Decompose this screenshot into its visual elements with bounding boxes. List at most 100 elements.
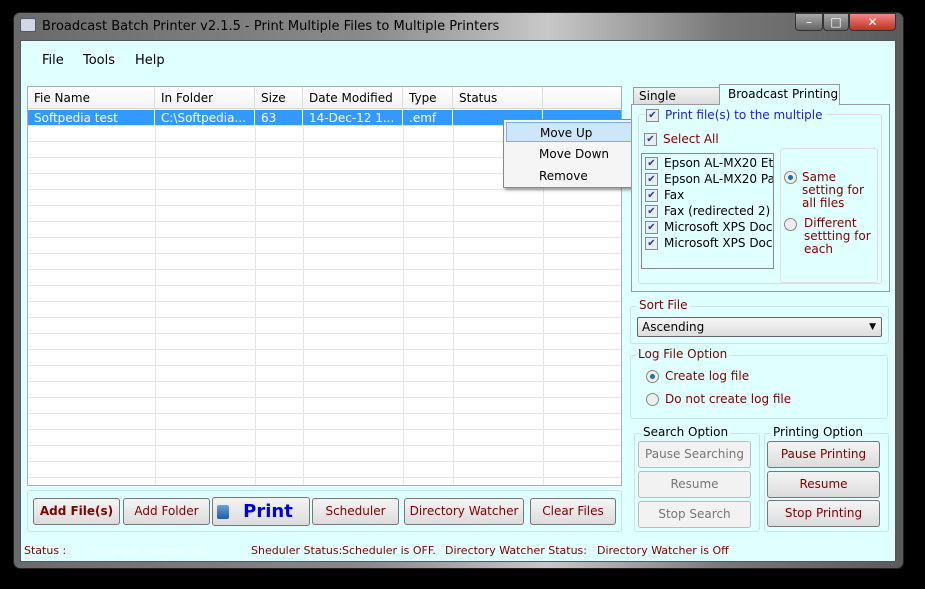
status-value: Printing is Completed. (87, 544, 209, 557)
add-folder-button[interactable]: Add Folder (123, 498, 210, 525)
select-all-checkbox[interactable]: ✔ Select All (644, 132, 719, 146)
log-label: Log File Option (636, 347, 730, 361)
col-status[interactable]: Status (453, 87, 543, 109)
printer-icon (217, 505, 229, 519)
printing-option-label: Printing Option (771, 425, 866, 439)
radio-selected-icon (784, 171, 797, 184)
col-in-folder[interactable]: In Folder (155, 87, 255, 109)
print-label: Print (243, 501, 293, 522)
maximize-button[interactable]: □ (823, 13, 849, 31)
printer-app-icon (20, 18, 36, 32)
empty-table-row (28, 446, 621, 462)
tab-broadcast-printing[interactable]: Broadcast Printing (719, 84, 840, 105)
checkbox-checked-icon: ✔ (646, 109, 659, 122)
directory-watcher-button[interactable]: Directory Watcher (404, 498, 524, 525)
cell-date: 14-Dec-12 1... (303, 110, 403, 126)
scheduler-status-label: Sheduler Status: (251, 544, 343, 557)
checkbox-checked-icon: ✔ (645, 205, 658, 218)
empty-table-row (28, 462, 621, 478)
select-all-label: Select All (663, 132, 719, 146)
checkbox-checked-icon: ✔ (645, 189, 658, 202)
printer-name: Fax (664, 188, 685, 202)
menu-remove[interactable]: Remove (506, 166, 639, 186)
radio-selected-icon (646, 370, 659, 383)
resume-search-button[interactable]: Resume (638, 471, 751, 498)
sort-select[interactable]: Ascending ▼ (637, 317, 882, 337)
tab-single-printer[interactable]: Single Printer (633, 87, 720, 119)
watcher-status-value: Directory Watcher is Off (597, 544, 729, 557)
print-multiple-checkbox[interactable]: ✔ Print file(s) to the multiple (646, 108, 826, 122)
same-setting-radio[interactable]: Same setting for all files (784, 158, 874, 210)
no-log-radio[interactable]: Do not create log file (646, 392, 791, 406)
col-date-modified[interactable]: Date Modified (303, 87, 403, 109)
radio-unselected-icon (646, 393, 659, 406)
menu-tools[interactable]: Tools (83, 53, 115, 68)
log-group (630, 355, 888, 419)
empty-table-row (28, 430, 621, 446)
empty-table-row (28, 398, 621, 414)
empty-table-row (28, 302, 621, 318)
printer-item[interactable]: ✔ Fax (645, 187, 684, 203)
printer-item[interactable]: ✔ Epson AL-MX20 Par (645, 171, 774, 187)
cell-size: 63 (255, 110, 303, 126)
printer-name: Epson AL-MX20 Eta (664, 156, 774, 170)
printer-item[interactable]: ✔ Fax (redirected 2) (645, 203, 770, 219)
menu-move-up[interactable]: Move Up (506, 122, 639, 142)
menu-file[interactable]: File (42, 53, 64, 68)
checkbox-checked-icon: ✔ (645, 157, 658, 170)
different-setting-label: Different settting for each (804, 216, 871, 256)
printer-item[interactable]: ✔ Microsoft XPS Docu (645, 235, 773, 251)
stop-search-button[interactable]: Stop Search (638, 501, 751, 528)
window-title: Broadcast Batch Printer v2.1.5 - Print M… (42, 19, 500, 34)
empty-table-row (28, 414, 621, 430)
checkbox-checked-icon: ✔ (645, 221, 658, 234)
scheduler-button[interactable]: Scheduler (312, 498, 399, 525)
empty-table-row (28, 270, 621, 286)
printer-item[interactable]: ✔ Epson AL-MX20 Eta (645, 155, 774, 171)
print-multiple-label: Print file(s) to the multiple (665, 108, 823, 122)
checkbox-checked-icon: ✔ (645, 173, 658, 186)
pause-searching-button[interactable]: Pause Searching (638, 441, 751, 468)
empty-table-row (28, 238, 621, 254)
printer-name: Fax (redirected 2) (664, 204, 771, 218)
resume-printing-button[interactable]: Resume (767, 471, 880, 498)
print-button[interactable]: Print (212, 497, 310, 526)
scheduler-status-value: Scheduler is OFF. (342, 544, 436, 557)
watcher-status-label: Directory Watcher Status: (445, 544, 587, 557)
printer-item[interactable]: ✔ Microsoft XPS Docu (645, 219, 774, 235)
printer-name: Epson AL-MX20 Par (664, 172, 774, 186)
printer-name: Microsoft XPS Docu (664, 220, 774, 234)
menu-move-down[interactable]: Move Down (506, 144, 639, 164)
different-setting-radio[interactable]: Different settting for each (784, 204, 874, 256)
empty-table-row (28, 334, 621, 350)
radio-unselected-icon (784, 218, 797, 231)
chevron-down-icon: ▼ (869, 322, 876, 332)
menu-help[interactable]: Help (135, 53, 165, 68)
empty-table-row (28, 366, 621, 382)
pause-printing-button[interactable]: Pause Printing (767, 441, 880, 468)
empty-table-row (28, 350, 621, 366)
printer-list: ✔ Epson AL-MX20 Eta ✔ Epson AL-MX20 Par ✔ Fax… (641, 153, 774, 269)
close-button[interactable]: ✕ (849, 13, 896, 31)
col-file-name[interactable]: Fie Name (28, 87, 155, 109)
no-log-label: Do not create log file (665, 392, 792, 406)
search-option-label: Search Option (641, 425, 731, 439)
empty-table-row (28, 286, 621, 302)
sort-value: Ascending (642, 320, 705, 334)
clear-files-button[interactable]: Clear Files (530, 498, 616, 525)
add-files-button[interactable]: Add File(s) (33, 498, 120, 525)
empty-table-row (28, 318, 621, 334)
context-menu: Move Up Move Down Remove (503, 119, 642, 188)
col-size[interactable]: Size (255, 87, 303, 109)
sort-label: Sort File (637, 298, 690, 312)
empty-table-row (28, 190, 621, 206)
empty-table-row (28, 254, 621, 270)
create-log-radio[interactable]: Create log file (646, 369, 749, 383)
minimize-button[interactable]: – (795, 13, 823, 31)
status-label: Status : (24, 544, 67, 557)
cell-in-folder: C:\Softpedia... (155, 110, 255, 126)
col-empty (543, 87, 621, 109)
col-type[interactable]: Type (403, 87, 453, 109)
cell-type: .emf (403, 110, 453, 126)
stop-printing-button[interactable]: Stop Printing (767, 500, 880, 527)
